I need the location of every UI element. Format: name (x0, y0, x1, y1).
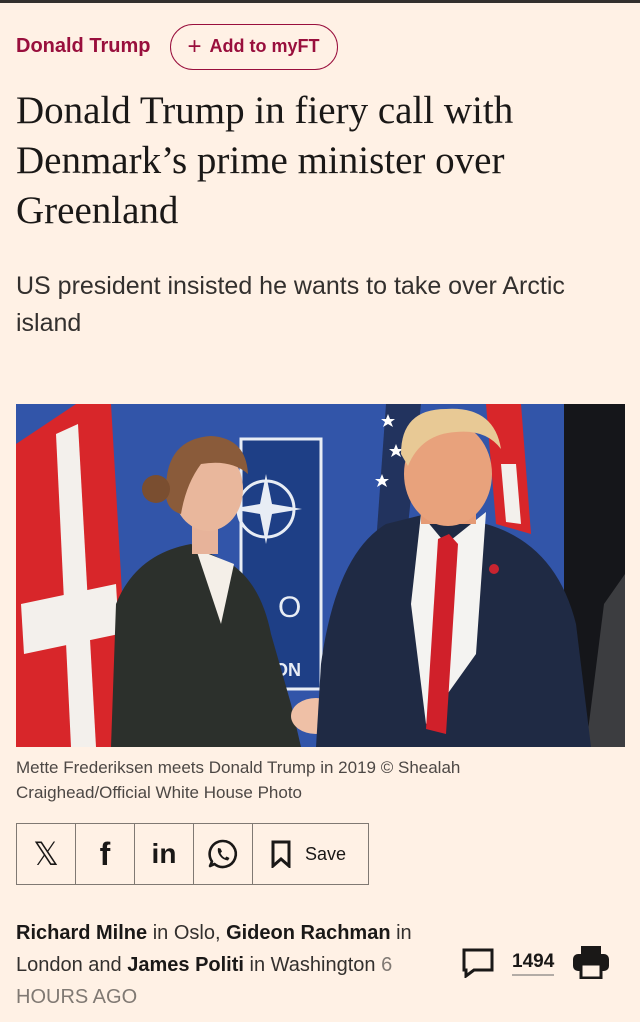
facebook-icon: f (99, 835, 111, 872)
byline-location: in Washington (243, 954, 382, 976)
standfirst: US president insisted he wants to take o… (16, 272, 565, 337)
add-to-myft-button[interactable]: + Add to myFT (170, 23, 339, 70)
share-facebook-button[interactable]: f (75, 823, 135, 885)
topic-row: Donald Trump + Add to myFT (16, 23, 339, 70)
author-link[interactable]: James Politi (127, 954, 244, 976)
save-button[interactable]: Save (252, 823, 369, 885)
add-to-myft-label: Add to myFT (209, 36, 320, 56)
share-toolbar: 𝕏 f in Save (16, 823, 369, 885)
comments-link[interactable]: 1494 (462, 948, 555, 978)
article-photo: O ON (16, 404, 625, 747)
share-linkedin-button[interactable]: in (134, 823, 194, 885)
plus-icon: + (187, 32, 202, 60)
top-rule (0, 0, 640, 3)
share-x-button[interactable]: 𝕏 (16, 823, 76, 885)
headline: Donald Trump in fiery call with Denmark’… (16, 89, 514, 232)
linkedin-icon: in (151, 838, 177, 869)
byline-location: in Oslo, (147, 922, 227, 944)
banner-text: O (278, 591, 301, 624)
print-button[interactable] (572, 945, 610, 984)
photo-illustration: O ON (16, 404, 625, 747)
author-link[interactable]: Gideon Rachman (226, 922, 390, 944)
x-icon: 𝕏 (33, 835, 59, 873)
print-icon (573, 946, 609, 980)
share-whatsapp-button[interactable] (193, 823, 253, 885)
bookmark-icon (271, 840, 291, 868)
byline: Richard Milne in Oslo, Gideon Rachman in… (16, 917, 436, 1013)
author-link[interactable]: Richard Milne (16, 922, 147, 944)
save-label: Save (305, 843, 347, 864)
comment-icon (462, 948, 494, 978)
whatsapp-icon (208, 839, 238, 869)
comment-count: 1494 (512, 951, 555, 976)
photo-caption: Mette Frederiksen meets Donald Trump in … (16, 758, 461, 802)
topic-link[interactable]: Donald Trump (16, 35, 150, 58)
